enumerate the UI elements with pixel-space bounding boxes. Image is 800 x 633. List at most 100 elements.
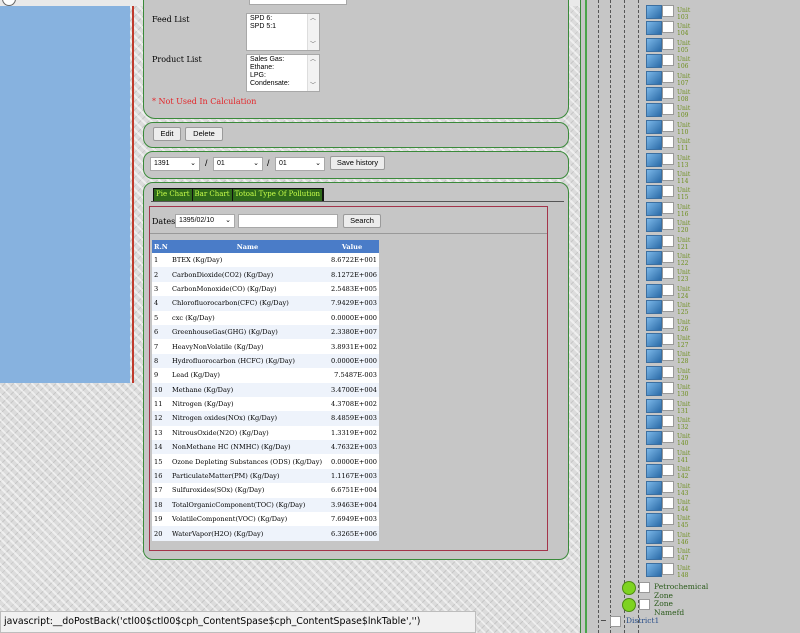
district-checkbox[interactable] bbox=[610, 616, 621, 627]
unit-checkbox[interactable] bbox=[662, 234, 674, 247]
unit-label[interactable]: Unit 127 bbox=[677, 335, 690, 349]
unit-checkbox[interactable] bbox=[662, 267, 674, 280]
zone-checkbox[interactable] bbox=[639, 582, 650, 593]
unit-checkbox[interactable] bbox=[662, 349, 674, 362]
column-header-value[interactable]: Value bbox=[325, 240, 379, 253]
unit-label[interactable]: Unit 103 bbox=[677, 7, 690, 21]
unit-label[interactable]: Unit 142 bbox=[677, 466, 690, 480]
unit-checkbox[interactable] bbox=[662, 365, 674, 378]
delete-button[interactable]: Delete bbox=[185, 127, 223, 141]
unit-checkbox[interactable] bbox=[662, 119, 674, 132]
unit-label[interactable]: Unit 141 bbox=[677, 450, 690, 464]
unit-checkbox[interactable] bbox=[662, 546, 674, 559]
column-header-rn[interactable]: R.N bbox=[152, 240, 170, 253]
unit-label[interactable]: Unit 140 bbox=[677, 433, 690, 447]
unit-label[interactable]: Unit 126 bbox=[677, 319, 690, 333]
unit-checkbox[interactable] bbox=[662, 529, 674, 542]
year-select[interactable]: 1391 ⌄ bbox=[150, 157, 200, 171]
unit-checkbox[interactable] bbox=[662, 87, 674, 99]
search-input[interactable] bbox=[238, 214, 338, 228]
scroll-down-icon[interactable]: ﹀ bbox=[310, 41, 316, 49]
unit-label[interactable]: Unit 132 bbox=[677, 417, 690, 431]
unit-label[interactable]: Unit 110 bbox=[677, 122, 690, 136]
unit-checkbox[interactable] bbox=[662, 300, 674, 313]
scrollbar[interactable]: ︿ ﹀ bbox=[307, 55, 319, 91]
unit-checkbox[interactable] bbox=[662, 5, 674, 17]
unit-checkbox[interactable] bbox=[662, 201, 674, 214]
unit-label[interactable]: Unit 129 bbox=[677, 368, 690, 382]
unit-checkbox[interactable] bbox=[662, 185, 674, 198]
unit-label[interactable]: Unit 107 bbox=[677, 73, 690, 87]
unit-label[interactable]: Unit 121 bbox=[677, 237, 690, 251]
unit-checkbox[interactable] bbox=[662, 316, 674, 329]
unit-label[interactable]: Unit 125 bbox=[677, 302, 690, 316]
scroll-up-icon[interactable]: ︿ bbox=[310, 56, 316, 64]
zone-label[interactable]: Petrochemical Zone bbox=[654, 582, 708, 600]
date-select[interactable]: 1395/02/10 ⌄ bbox=[175, 214, 235, 228]
unit-label[interactable]: Unit 113 bbox=[677, 155, 690, 169]
feed-listbox[interactable]: SPD 6: SPD 5:1 ︿ ﹀ bbox=[246, 13, 320, 51]
unit-label[interactable]: Unit 144 bbox=[677, 499, 690, 513]
unit-checkbox[interactable] bbox=[662, 103, 674, 116]
zone-checkbox[interactable] bbox=[639, 599, 650, 610]
unit-label[interactable]: Unit 106 bbox=[677, 56, 690, 70]
tab-pie-chart[interactable]: Pie Chart bbox=[154, 189, 192, 201]
edit-button[interactable]: Edit bbox=[153, 127, 181, 141]
zone-label[interactable]: Zone Namefd bbox=[654, 599, 684, 617]
unit-label[interactable]: Unit 122 bbox=[677, 253, 690, 267]
unit-label[interactable]: Unit 105 bbox=[677, 40, 690, 54]
unit-checkbox[interactable] bbox=[662, 447, 674, 460]
district-label[interactable]: District1 bbox=[626, 616, 659, 625]
unit-label[interactable]: Unit 104 bbox=[677, 23, 690, 37]
unit-checkbox[interactable] bbox=[662, 152, 674, 165]
unit-checkbox[interactable] bbox=[662, 464, 674, 477]
search-button[interactable]: Search bbox=[343, 214, 381, 228]
unit-checkbox[interactable] bbox=[662, 431, 674, 444]
unit-checkbox[interactable] bbox=[662, 562, 674, 575]
unit-checkbox[interactable] bbox=[662, 218, 674, 231]
unit-checkbox[interactable] bbox=[662, 54, 674, 67]
unit-label[interactable]: Unit 148 bbox=[677, 565, 690, 579]
unit-checkbox[interactable] bbox=[662, 333, 674, 345]
unit-label[interactable]: Unit 108 bbox=[677, 89, 690, 103]
unit-label[interactable]: Unit 114 bbox=[677, 171, 690, 185]
unit-checkbox[interactable] bbox=[662, 70, 674, 83]
unit-checkbox[interactable] bbox=[662, 136, 674, 149]
unit-label[interactable]: Unit 123 bbox=[677, 269, 690, 283]
unit-label[interactable]: Unit 128 bbox=[677, 351, 690, 365]
month-select[interactable]: 01 ⌄ bbox=[213, 157, 263, 171]
tab-total-pollution[interactable]: Totoal Type Of Pollution bbox=[232, 189, 323, 201]
unit-checkbox[interactable] bbox=[662, 415, 674, 427]
unit-label[interactable]: Unit 124 bbox=[677, 286, 690, 300]
unit-label[interactable]: Unit 146 bbox=[677, 532, 690, 546]
unit-checkbox[interactable] bbox=[662, 169, 674, 181]
unit-label[interactable]: Unit 143 bbox=[677, 483, 690, 497]
ownership-input[interactable] bbox=[249, 0, 347, 5]
unit-checkbox[interactable] bbox=[662, 513, 674, 526]
unit-label[interactable]: Unit 109 bbox=[677, 105, 690, 119]
unit-label[interactable]: Unit 131 bbox=[677, 401, 690, 415]
unit-checkbox[interactable] bbox=[662, 251, 674, 263]
scroll-up-icon[interactable]: ︿ bbox=[310, 15, 316, 23]
unit-checkbox[interactable] bbox=[662, 382, 674, 395]
unit-label[interactable]: Unit 130 bbox=[677, 384, 690, 398]
unit-checkbox[interactable] bbox=[662, 37, 674, 50]
unit-label[interactable]: Unit 145 bbox=[677, 515, 690, 529]
unit-label[interactable]: Unit 116 bbox=[677, 204, 690, 218]
save-history-button[interactable]: Save history bbox=[330, 156, 385, 170]
scrollbar[interactable]: ︿ ﹀ bbox=[307, 14, 319, 50]
tab-bar-chart[interactable]: Bar Chart bbox=[192, 189, 232, 201]
collapse-icon[interactable]: − bbox=[600, 616, 607, 625]
column-header-name[interactable]: Name bbox=[170, 240, 325, 253]
unit-checkbox[interactable] bbox=[662, 21, 674, 34]
scroll-down-icon[interactable]: ﹀ bbox=[310, 82, 316, 90]
unit-checkbox[interactable] bbox=[662, 497, 674, 509]
day-select[interactable]: 01 ⌄ bbox=[275, 157, 325, 171]
unit-checkbox[interactable] bbox=[662, 398, 674, 411]
unit-label[interactable]: Unit 147 bbox=[677, 548, 690, 562]
unit-checkbox[interactable] bbox=[662, 480, 674, 493]
unit-checkbox[interactable] bbox=[662, 283, 674, 296]
product-listbox[interactable]: Sales Gas: Ethane: LPG: Condensate: ︿ ﹀ bbox=[246, 54, 320, 92]
unit-label[interactable]: Unit 115 bbox=[677, 187, 690, 201]
unit-label[interactable]: Unit 120 bbox=[677, 220, 690, 234]
